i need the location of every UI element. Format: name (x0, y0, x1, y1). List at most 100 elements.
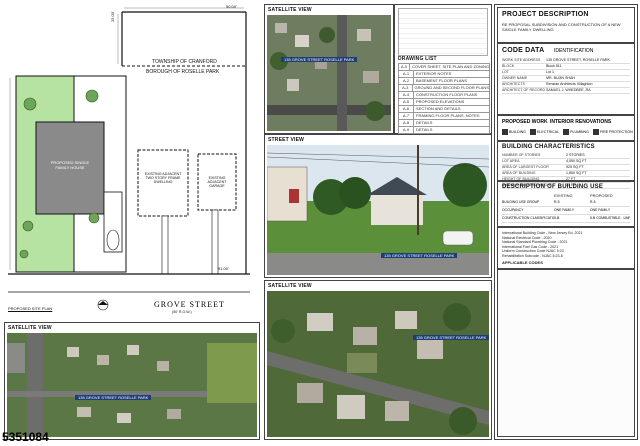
row-key: AREA OF LARGEST FLOOR (502, 165, 549, 169)
renovations-checks: BUILDING ELECTRICAL PLUMBING FIRE PROTECTIO… (502, 129, 633, 135)
panel-header: SATELLITE VIEW (268, 283, 312, 289)
use-cell: R-5 (590, 200, 596, 204)
use-cell: ONE FAMILY (554, 208, 575, 212)
drawing-list-row: A-2 BASEMENT FLOOR PLANS (399, 78, 489, 85)
use-cell: ONE FAMILY (590, 208, 611, 212)
sheet-number: A-5 (399, 99, 414, 105)
row-key: NUMBER OF STORIES (502, 153, 541, 157)
row-key: LOT (502, 70, 509, 74)
renovations-header: PROPOSED WORK (502, 119, 548, 125)
site-plan: 50.00' 25.00' TOWNSHIP OF CRANFORD BOROU… (4, 4, 258, 316)
renovation-label: ELECTRICAL (536, 129, 560, 134)
sheet-number: A-0 (399, 64, 411, 70)
renovations-sub: INTERIOR RENOVATIONS (550, 119, 612, 125)
location-tag: 135 GROVE STREET ROSELLE PARK (413, 335, 490, 340)
drawing-list-title: DRAWING LIST (398, 56, 437, 62)
building-chars-header: BUILDING CHARACTERISTICS (502, 144, 595, 150)
use-cell: CONSTRUCTION CLASSIFICATION (502, 216, 554, 220)
checkbox-icon[interactable] (529, 129, 536, 135)
row-value: Renzian Architects Villaghton (546, 82, 593, 86)
row-value: SAMUEL J. WHEDBEE, RA (546, 88, 591, 92)
sheet-number: A-7 (399, 113, 414, 119)
satellite-view-bottom: SATELLITE VIEW 135 GROVE STREET ROSELLE … (4, 322, 260, 440)
panel-header: SATELLITE VIEW (268, 7, 312, 13)
renovation-option[interactable]: FIRE PROTECTION (592, 129, 633, 135)
data-row: ARCHITECT OF RECORD SAMUEL J. WHEDBEE, RA (502, 88, 630, 94)
renovations-box: PROPOSED WORK INTERIOR RENOVATIONS BUILD… (497, 115, 635, 141)
row-key: BLOCK (502, 64, 515, 68)
sheet-description: GROUND AND SECOND FLOOR PLANS (414, 85, 489, 90)
use-cell: OCCUPANCY (502, 208, 524, 212)
borough-label: BOROUGH OF ROSELLE PARK (146, 69, 220, 75)
dim-bottom: 91.00' (218, 266, 229, 271)
drawing-list-row: A-3 GROUND AND SECOND FLOOR PLANS (399, 85, 489, 92)
checkbox-icon[interactable] (502, 129, 508, 135)
identification-label: IDENTIFICATION (554, 48, 594, 54)
renovation-label: PLUMBING (570, 129, 589, 134)
notes-area (497, 269, 635, 437)
location-tag: 135 GROVE STREET ROSELLE PARK (281, 57, 358, 62)
sheet-number: A-8 (399, 120, 414, 126)
township-label: TOWNSHIP OF CRANFORD (152, 59, 217, 65)
drawing-list-row: A-4 CONSTRUCTION FLOOR PLANS (399, 92, 489, 99)
col-proposed: PROPOSED (590, 193, 613, 198)
sheet-number: A-3 (399, 85, 413, 91)
proposed-site-plan-label: PROPOSED SITE PLAN (8, 306, 53, 311)
aerial-image (267, 291, 489, 437)
sheet-description: CONSTRUCTION FLOOR PLANS (416, 92, 478, 97)
use-desc-rows: BUILDING USE GROUP R-5 R-5 OCCUPANCY ONE FAM… (502, 199, 630, 223)
sheet-description: EXTERIOR NOTES (416, 71, 452, 76)
sheet-description: COVER SHEET, SITE PLAN AND ZONING (412, 64, 489, 69)
renovation-option[interactable]: BUILDING (502, 129, 526, 135)
use-cell: 5-B (554, 216, 560, 220)
proposed-house-label: PROPOSED SINGLE FAMILY HOUSE (50, 160, 90, 170)
row-key: ARCHITECT OF RECORD (502, 88, 546, 92)
sheet-number: A-1 (399, 71, 414, 77)
use-row: CONSTRUCTION CLASSIFICATION 5-B 5-B COMBUS… (502, 215, 630, 223)
row-value: 2 STORIES (566, 153, 585, 157)
listing-number: 5351084 (2, 430, 49, 444)
project-header: PROJECT DESCRIPTION (502, 11, 589, 18)
sheet-description: SECTION AND DETAILS (416, 106, 461, 111)
drawing-list-panel: DRAWING LIST A-0 COVER SHEET, SITE PLAN A… (394, 4, 492, 162)
use-desc-header: DESCRIPTION OF BUILDING USE (502, 184, 604, 190)
drawing-list-row: A-5 PROPOSED ELEVATIONS (399, 99, 489, 106)
sheet-number: A-9 (399, 127, 414, 133)
code-data-box: CODE DATA IDENTIFICATION WORK SITE ADDRE… (497, 43, 635, 115)
panel-header: SATELLITE VIEW (8, 325, 52, 331)
notes-block (398, 8, 488, 56)
drawing-list-row: A-8 DETAILS (399, 120, 489, 127)
dim-top: 50.00' (226, 4, 237, 9)
code-line: Rehabilitation Subcode - NJAC 5:23-6 (502, 253, 563, 258)
renovation-option[interactable]: PLUMBING (563, 129, 589, 135)
drawing-list-row: A-7 FRAMING FLOOR PLANS, NOTES (399, 113, 489, 120)
row-key: AREA OF BUILDING (502, 171, 536, 175)
row-value: Block 511 (546, 64, 562, 68)
renovation-label: FIRE PROTECTION (599, 129, 633, 134)
use-cell: R-5 (554, 200, 560, 204)
code-data-rows: WORK SITE ADDRESS 135 GROVE STREET, ROSEL… (502, 58, 630, 94)
sheet-number: A-4 (399, 92, 414, 98)
row-key: ARCHITECTS (502, 82, 525, 86)
use-cell: BUILDING USE GROUP (502, 200, 540, 204)
sheet-description: FRAMING FLOOR PLANS, NOTES (416, 113, 480, 118)
drawing-list-row: A-0 COVER SHEET, SITE PLAN AND ZONING (399, 64, 489, 71)
sheet-description: DETAILS (416, 127, 433, 132)
codes-lines: International Building Code - New Jersey… (502, 231, 630, 259)
existing-garage-label: EXISTING ADJACENT GARAGE (207, 176, 227, 188)
row-value: Lot 1 (546, 70, 554, 74)
project-box: PROJECT DESCRIPTION RE PROPOSAL SUBDIVIS… (497, 7, 635, 43)
sheet-description: BASEMENT FLOOR PLANS (416, 78, 468, 83)
checkbox-icon[interactable] (563, 129, 570, 135)
right-column: PROJECT DESCRIPTION RE PROPOSAL SUBDIVIS… (494, 4, 638, 440)
use-cell: 5-B COMBUSTIBLE - UNPROTECTED (590, 216, 630, 220)
panel-header: STREET VIEW (268, 137, 305, 143)
location-tag: 135 GROVE STREET ROSELLE PARK (75, 395, 152, 400)
satellite-view-top: SATELLITE VIEW 135 GROVE STREET ROSELLE … (264, 4, 394, 134)
street-view-panel: STREET VIEW 135 GROVE STREET ROSELLE PAR… (264, 134, 492, 278)
street-sub: (50' R.O.W.) (172, 310, 192, 314)
renovation-option[interactable]: ELECTRICAL (529, 129, 560, 135)
row-key: WORK SITE ADDRESS (502, 58, 541, 62)
aerial-image (7, 333, 257, 437)
checkbox-icon[interactable] (592, 129, 599, 135)
